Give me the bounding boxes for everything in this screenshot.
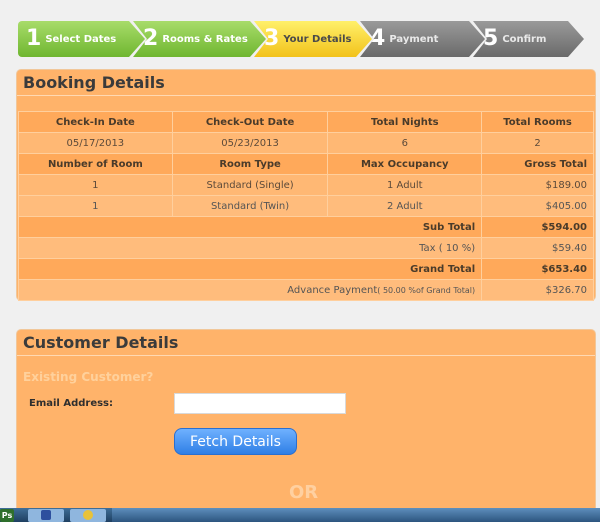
step-your-details[interactable]: 3 Your Details: [254, 21, 372, 57]
taskbar-app-icon[interactable]: Ps: [0, 508, 14, 522]
step-number: 1: [26, 26, 42, 51]
total-rooms-value: 2: [481, 132, 594, 154]
step-number: 5: [483, 26, 499, 51]
advance-payment-label: Advance Payment( 50.00 %of Grand Total): [17, 279, 483, 301]
col-check-out: Check-Out Date: [171, 111, 329, 133]
os-taskbar: Ps: [0, 508, 600, 522]
room-type: Standard (Single): [171, 174, 329, 196]
taskbar-fill: [112, 508, 600, 522]
fetch-details-button[interactable]: Fetch Details: [174, 428, 297, 455]
col-max-occupancy: Max Occupancy: [327, 153, 483, 175]
col-gross-total: Gross Total: [481, 153, 594, 175]
page-header-remnant: [0, 0, 600, 8]
or-divider: OR: [289, 482, 319, 503]
booking-details-panel: Booking Details Check-In Date Check-Out …: [16, 69, 596, 301]
room-number: 1: [18, 195, 173, 217]
room-number: 1: [18, 174, 173, 196]
step-label: Select Dates: [45, 33, 117, 45]
step-rooms-rates[interactable]: 2 Rooms & Rates: [133, 21, 266, 57]
window-icon: [41, 510, 51, 520]
table-row: 1 Standard (Twin) 2 Adult $405.00: [18, 195, 594, 217]
check-in-value: 05/17/2013: [18, 132, 173, 154]
room-gross: $189.00: [481, 174, 594, 196]
booking-steps: 1 Select Dates 2 Rooms & Rates 3 Your De…: [18, 21, 596, 57]
customer-details-title: Customer Details: [17, 330, 595, 356]
taskbar-messenger-icon[interactable]: [70, 508, 106, 522]
step-confirm[interactable]: 5 Confirm: [473, 21, 584, 57]
room-occupancy: 1 Adult: [327, 174, 483, 196]
step-label: Confirm: [502, 33, 547, 45]
subtotal-value: $594.00: [481, 216, 594, 238]
step-select-dates[interactable]: 1 Select Dates: [18, 21, 145, 57]
col-check-in: Check-In Date: [18, 111, 173, 133]
col-number-of-room: Number of Room: [18, 153, 173, 175]
step-number: 3: [264, 26, 280, 51]
taskbar-window-icon[interactable]: [28, 508, 64, 522]
advance-payment-value: $326.70: [481, 279, 594, 301]
step-number: 4: [370, 26, 386, 51]
grand-total-value: $653.40: [481, 258, 594, 280]
check-out-value: 05/23/2013: [171, 132, 329, 154]
tax-value: $59.40: [481, 237, 594, 259]
booking-details-title: Booking Details: [17, 70, 595, 96]
grand-total-label: Grand Total: [17, 258, 483, 280]
customer-details-panel: Customer Details Existing Customer? Emai…: [16, 329, 596, 522]
step-label: Your Details: [283, 33, 352, 45]
total-nights-value: 6: [327, 132, 483, 154]
step-payment[interactable]: 4 Payment: [360, 21, 485, 57]
subtotal-label: Sub Total: [17, 216, 483, 238]
col-total-rooms: Total Rooms: [481, 111, 594, 133]
step-number: 2: [143, 26, 159, 51]
col-total-nights: Total Nights: [327, 111, 483, 133]
existing-customer-label: Existing Customer?: [23, 370, 154, 384]
col-room-type: Room Type: [171, 153, 329, 175]
email-field[interactable]: [174, 393, 346, 414]
smiley-icon: [83, 510, 93, 520]
room-type: Standard (Twin): [171, 195, 329, 217]
email-address-label: Email Address:: [29, 398, 114, 409]
table-row: 1 Standard (Single) 1 Adult $189.00: [18, 174, 594, 196]
advance-payment-note: ( 50.00 %of Grand Total): [377, 285, 476, 295]
step-label: Rooms & Rates: [162, 33, 248, 45]
step-label: Payment: [389, 33, 439, 45]
advance-payment-text: Advance Payment: [287, 284, 378, 296]
booking-table: Check-In Date Check-Out Date Total Night…: [17, 111, 594, 301]
room-gross: $405.00: [481, 195, 594, 217]
tax-label: Tax ( 10 %): [17, 237, 483, 259]
room-occupancy: 2 Adult: [327, 195, 483, 217]
